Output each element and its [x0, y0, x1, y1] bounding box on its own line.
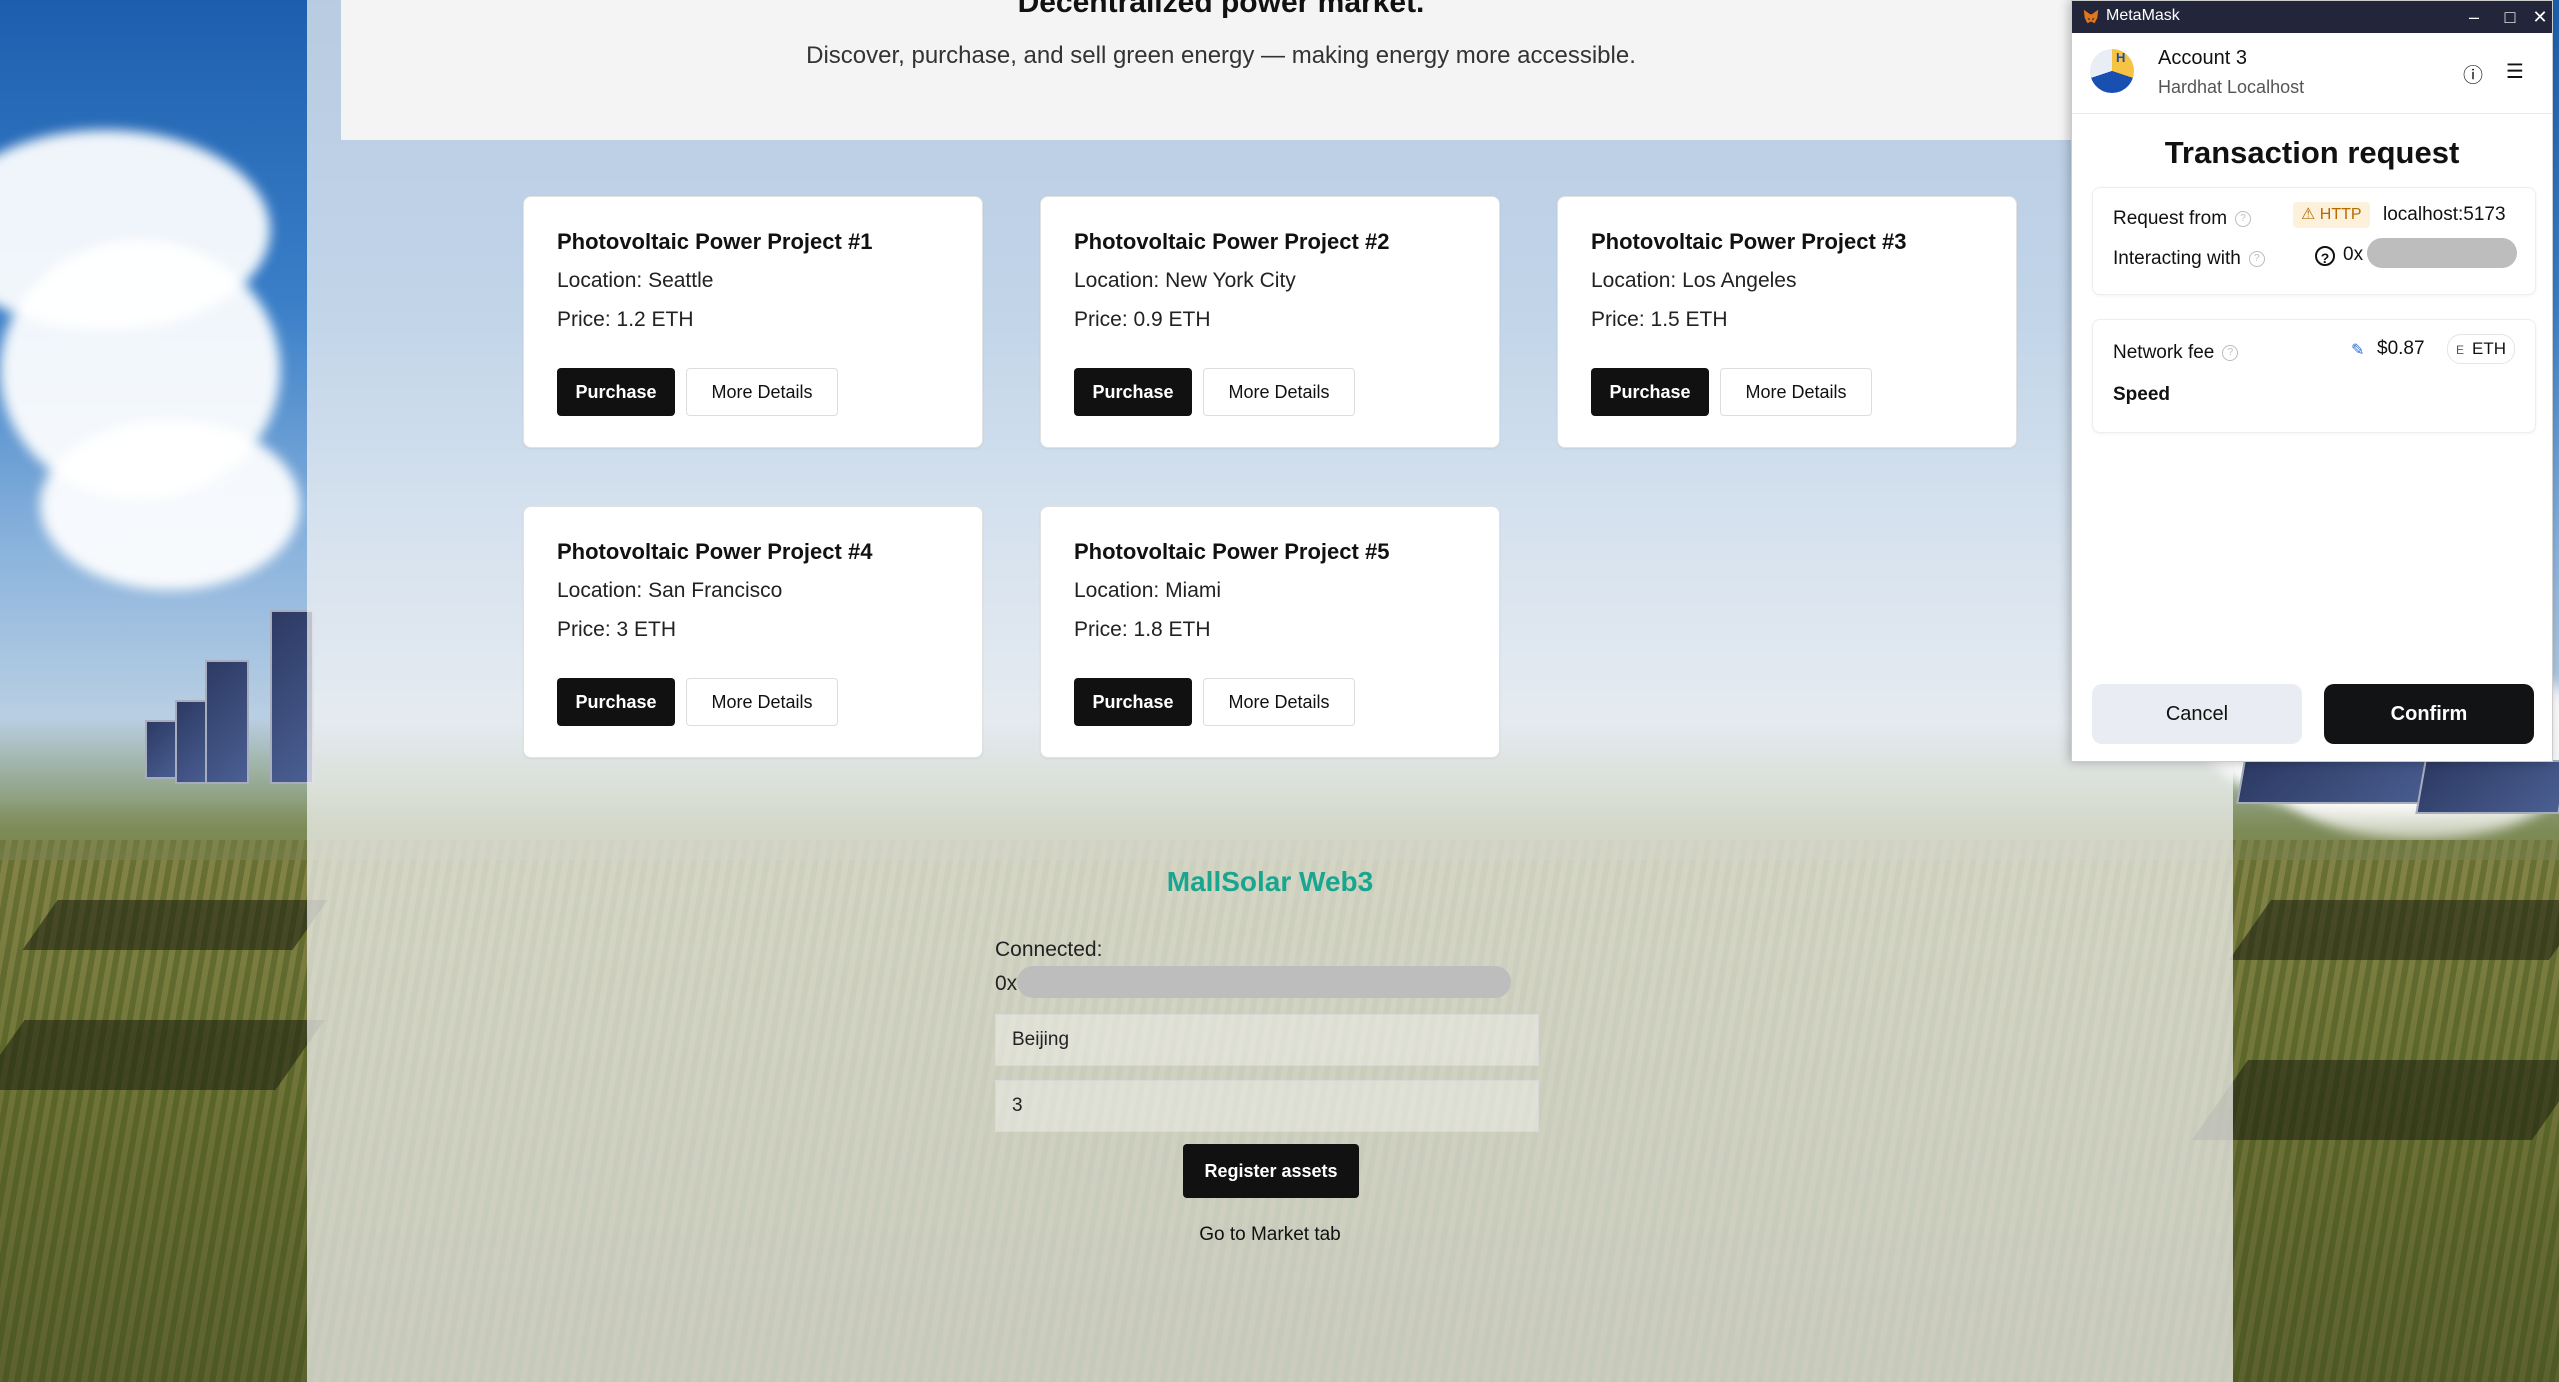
account-header: H Account 3 Hardhat Localhost ⓘ ☰ — [2072, 33, 2552, 114]
account-avatar — [2090, 49, 2134, 93]
project-card: Photovoltaic Power Project #2 Location: … — [1040, 196, 1500, 448]
interacting-address[interactable]: 0x — [2343, 244, 2363, 266]
close-icon[interactable]: ✕ — [2520, 3, 2559, 31]
hero-section: Decentralized power market. Discover, pu… — [341, 0, 2101, 140]
project-location: Location: New York City — [1074, 269, 1296, 292]
info-icon[interactable]: ⓘ — [2460, 59, 2486, 87]
edit-fee-icon[interactable]: ✎ — [2351, 340, 2364, 360]
minimize-icon[interactable]: – — [2454, 3, 2494, 31]
project-location: Location: Seattle — [557, 269, 714, 292]
request-details-box: Request from? ⚠ HTTP localhost:5173 Inte… — [2092, 187, 2536, 295]
http-warning-badge: ⚠ HTTP — [2293, 202, 2370, 228]
help-icon[interactable]: ? — [2248, 250, 2265, 267]
transaction-request-title: Transaction request — [2164, 135, 2460, 170]
project-price: Price: 0.9 ETH — [1074, 308, 1211, 331]
more-details-button[interactable]: More Details — [1203, 368, 1355, 416]
project-card: Photovoltaic Power Project #1 Location: … — [523, 196, 983, 448]
help-icon[interactable]: ? — [2235, 210, 2252, 227]
network-name: Hardhat Localhost — [2158, 77, 2305, 97]
register-assets-button[interactable]: Register assets — [1183, 1144, 1359, 1198]
interacting-with-row: Interacting with? — [2113, 248, 2265, 270]
redacted-address — [2367, 238, 2517, 268]
http-badge-label: HTTP — [2319, 206, 2362, 223]
more-details-button[interactable]: More Details — [686, 368, 838, 416]
hero-title: Decentralized power market. — [1017, 0, 1425, 19]
project-title: Photovoltaic Power Project #2 — [1074, 229, 1390, 254]
cancel-button[interactable]: Cancel — [2092, 684, 2302, 744]
speed-label: Speed — [2113, 384, 2171, 405]
connected-label: Connected: — [995, 938, 1103, 961]
fee-currency: ETH — [2472, 339, 2507, 358]
main-content: Decentralized power market. Discover, pu… — [307, 0, 2233, 1382]
project-card: Photovoltaic Power Project #5 Location: … — [1040, 506, 1500, 758]
settings-sliders-icon[interactable]: ☰ — [2502, 59, 2528, 85]
purchase-button[interactable]: Purchase — [557, 678, 675, 726]
network-fee-label: Network fee — [2113, 342, 2215, 363]
purchase-button[interactable]: Purchase — [1591, 368, 1709, 416]
warning-icon: ⚠ — [2301, 206, 2316, 223]
project-card: Photovoltaic Power Project #4 Location: … — [523, 506, 983, 758]
request-from-host: localhost:5173 — [2383, 204, 2506, 225]
metamask-popup: MetaMask – □ ✕ H Account 3 Hardhat Local… — [2071, 0, 2553, 762]
project-title: Photovoltaic Power Project #1 — [557, 229, 873, 254]
project-price: Price: 1.2 ETH — [557, 308, 694, 331]
project-price: Price: 1.8 ETH — [1074, 618, 1211, 641]
project-location: Location: Miami — [1074, 579, 1222, 602]
metamask-fox-icon — [2083, 9, 2099, 24]
network-avatar-letter: H — [2116, 50, 2126, 65]
project-price: Price: 1.5 ETH — [1591, 308, 1728, 331]
window-title: MetaMask — [2106, 7, 2180, 24]
project-title: Photovoltaic Power Project #5 — [1074, 539, 1390, 564]
price-input[interactable] — [995, 1080, 1539, 1132]
brand-title: MallSolar Web3 — [1166, 866, 1374, 897]
project-title: Photovoltaic Power Project #4 — [557, 539, 873, 564]
eth-icon: E — [2456, 343, 2465, 357]
project-card: Photovoltaic Power Project #3 Location: … — [1557, 196, 2017, 448]
project-price: Price: 3 ETH — [557, 618, 677, 641]
unknown-contract-icon: ? — [2315, 246, 2335, 266]
network-fee-value: $0.87 — [2377, 338, 2425, 359]
help-icon[interactable]: ? — [2222, 344, 2239, 361]
more-details-button[interactable]: More Details — [686, 678, 838, 726]
request-from-label: Request from — [2113, 208, 2228, 229]
currency-badge: E ETH — [2447, 334, 2516, 364]
confirm-button[interactable]: Confirm — [2324, 684, 2534, 744]
account-name: Account 3 — [2158, 47, 2247, 69]
request-from-row: Request from? — [2113, 208, 2252, 230]
location-input[interactable] — [995, 1014, 1539, 1066]
project-title: Photovoltaic Power Project #3 — [1591, 229, 1907, 254]
network-fee-row: Network fee? — [2113, 342, 2239, 364]
project-location: Location: Los Angeles — [1591, 269, 1797, 292]
purchase-button[interactable]: Purchase — [1074, 368, 1192, 416]
window-titlebar: MetaMask – □ ✕ — [2072, 1, 2552, 33]
fee-details-box: Network fee? ✎ $0.87 E ETH Speed — [2092, 319, 2536, 433]
purchase-button[interactable]: Purchase — [557, 368, 675, 416]
interacting-with-label: Interacting with — [2113, 248, 2241, 269]
hero-subtitle: Discover, purchase, and sell green energ… — [806, 42, 1636, 69]
redacted-address — [1017, 966, 1511, 998]
more-details-button[interactable]: More Details — [1203, 678, 1355, 726]
connected-address: 0x — [995, 972, 1018, 995]
go-to-market-link[interactable]: Go to Market tab — [307, 1224, 2233, 1246]
more-details-button[interactable]: More Details — [1720, 368, 1872, 416]
purchase-button[interactable]: Purchase — [1074, 678, 1192, 726]
project-location: Location: San Francisco — [557, 579, 783, 602]
